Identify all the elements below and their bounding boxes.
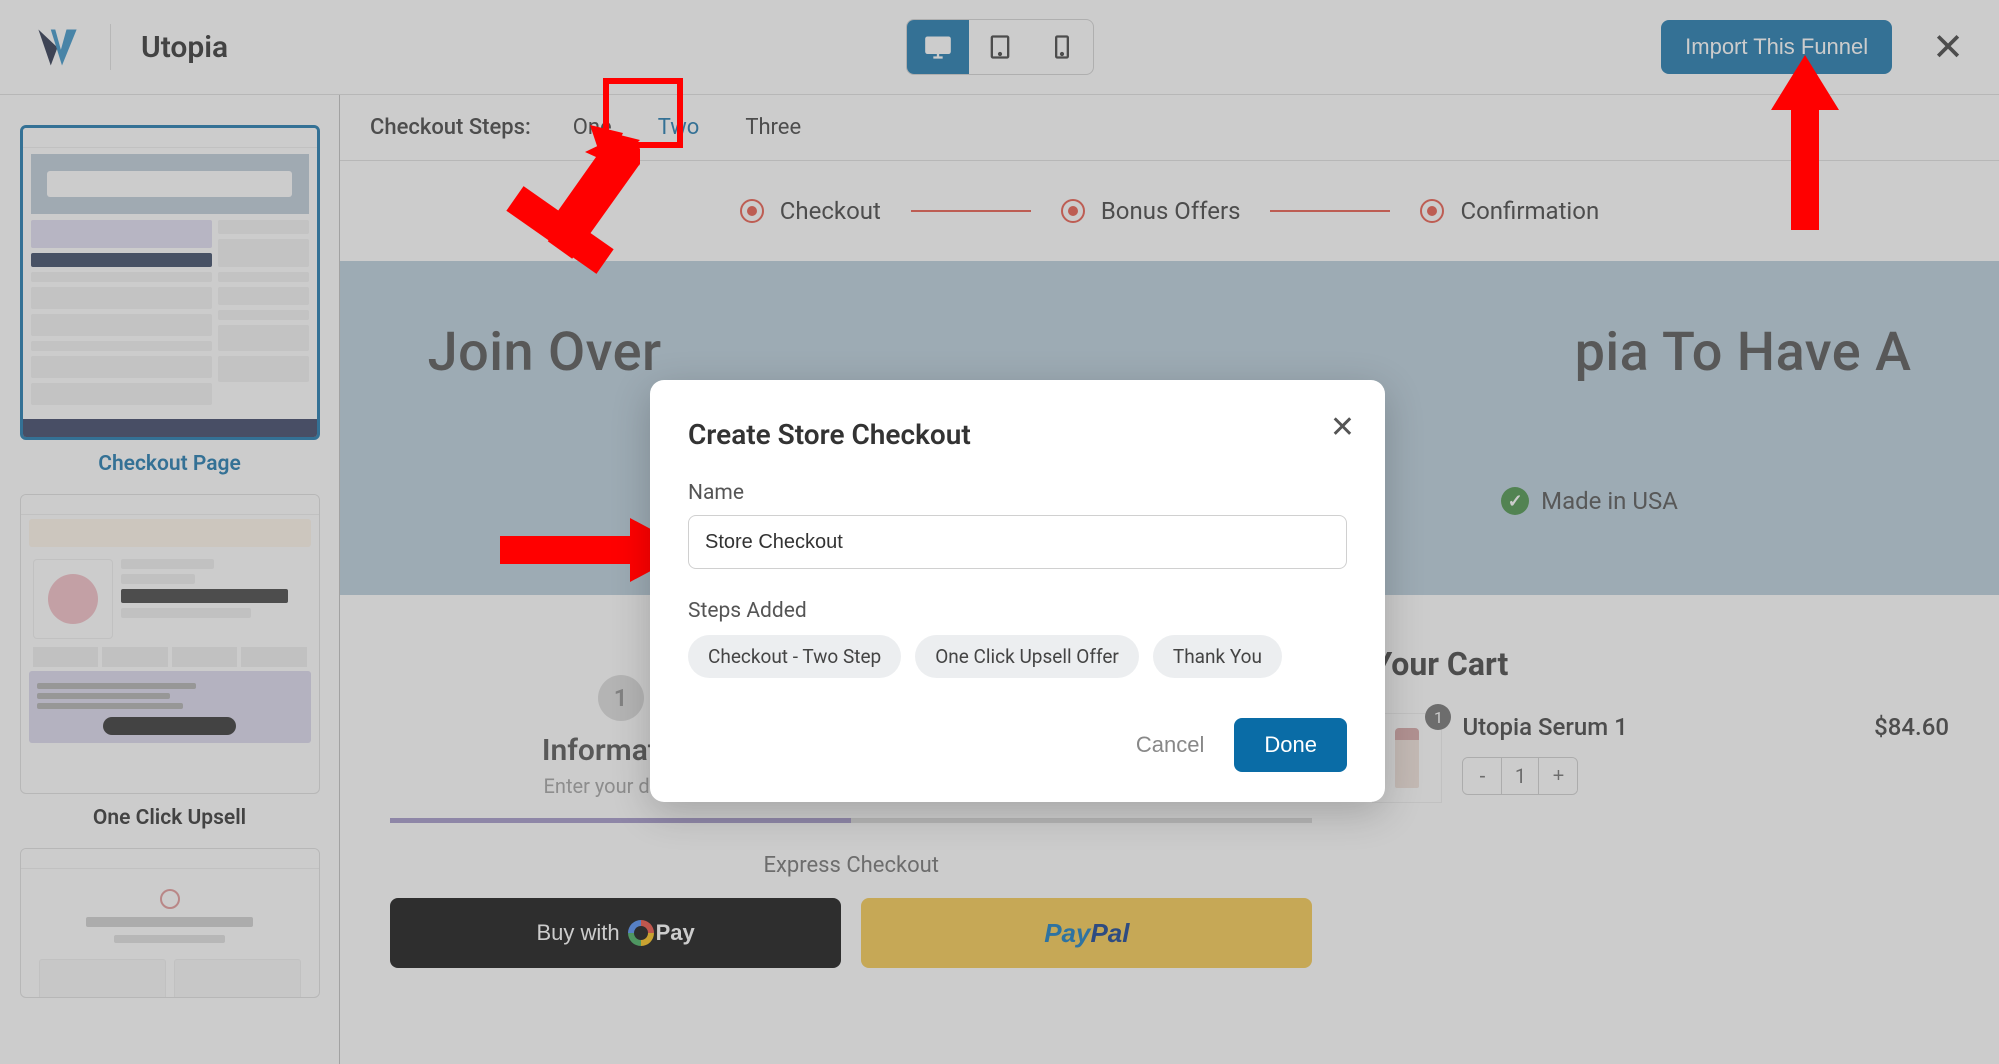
modal-title: Create Store Checkout [688, 418, 1347, 451]
modal-actions: Cancel Done [688, 718, 1347, 772]
step-chip[interactable]: Checkout - Two Step [688, 635, 901, 678]
create-store-checkout-modal: Create Store Checkout ✕ Name Steps Added… [650, 380, 1385, 802]
steps-chips: Checkout - Two Step One Click Upsell Off… [688, 635, 1347, 678]
done-button[interactable]: Done [1234, 718, 1347, 772]
modal-close-icon[interactable]: ✕ [1330, 410, 1355, 445]
modal-steps-label: Steps Added [688, 599, 1347, 623]
store-name-input[interactable] [688, 515, 1347, 569]
cancel-button[interactable]: Cancel [1136, 732, 1204, 758]
step-chip[interactable]: Thank You [1153, 635, 1282, 678]
step-chip[interactable]: One Click Upsell Offer [915, 635, 1139, 678]
modal-name-label: Name [688, 481, 1347, 505]
